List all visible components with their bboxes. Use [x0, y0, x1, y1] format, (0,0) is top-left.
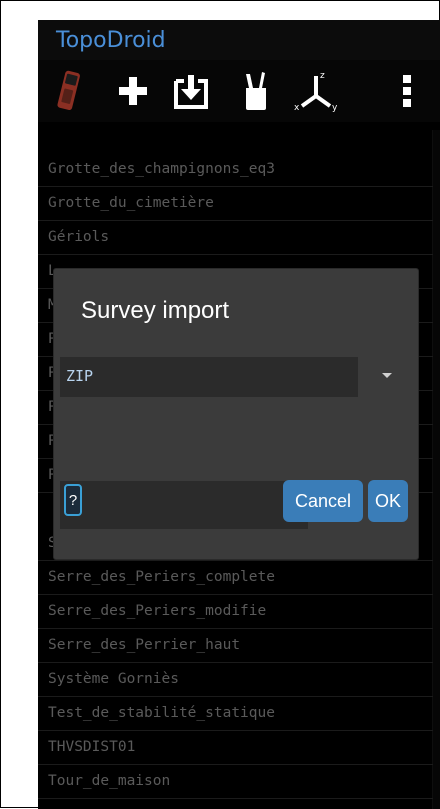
format-select[interactable]: ZIP [60, 357, 358, 397]
survey-import-dialog: Survey import ZIP ? Cancel OK [54, 269, 418, 559]
svg-text:y: y [332, 103, 338, 112]
app-screen: TopoDroid z x y Grotte_des_champignons_e… [38, 20, 440, 809]
import-icon[interactable] [168, 68, 214, 114]
screenshot-frame: TopoDroid z x y Grotte_des_champignons_e… [0, 0, 440, 809]
axes-icon[interactable]: z x y [293, 68, 339, 114]
dialog-button-bar [60, 481, 308, 529]
dropdown-arrow-icon[interactable] [382, 373, 392, 378]
toolbar: z x y [38, 60, 440, 122]
title-bar: TopoDroid [38, 20, 440, 60]
app-title: TopoDroid [56, 28, 166, 53]
format-select-value: ZIP [66, 367, 94, 385]
ok-button[interactable]: OK [368, 480, 408, 522]
cancel-button[interactable]: Cancel [283, 480, 363, 522]
add-icon[interactable] [110, 68, 156, 114]
device-icon[interactable] [44, 68, 90, 114]
svg-text:x: x [294, 103, 300, 112]
help-button[interactable]: ? [64, 484, 82, 516]
dialog-title: Survey import [81, 297, 230, 324]
sketch-icon[interactable] [233, 68, 279, 114]
svg-text:z: z [320, 71, 325, 81]
overflow-menu-icon[interactable] [384, 68, 430, 114]
